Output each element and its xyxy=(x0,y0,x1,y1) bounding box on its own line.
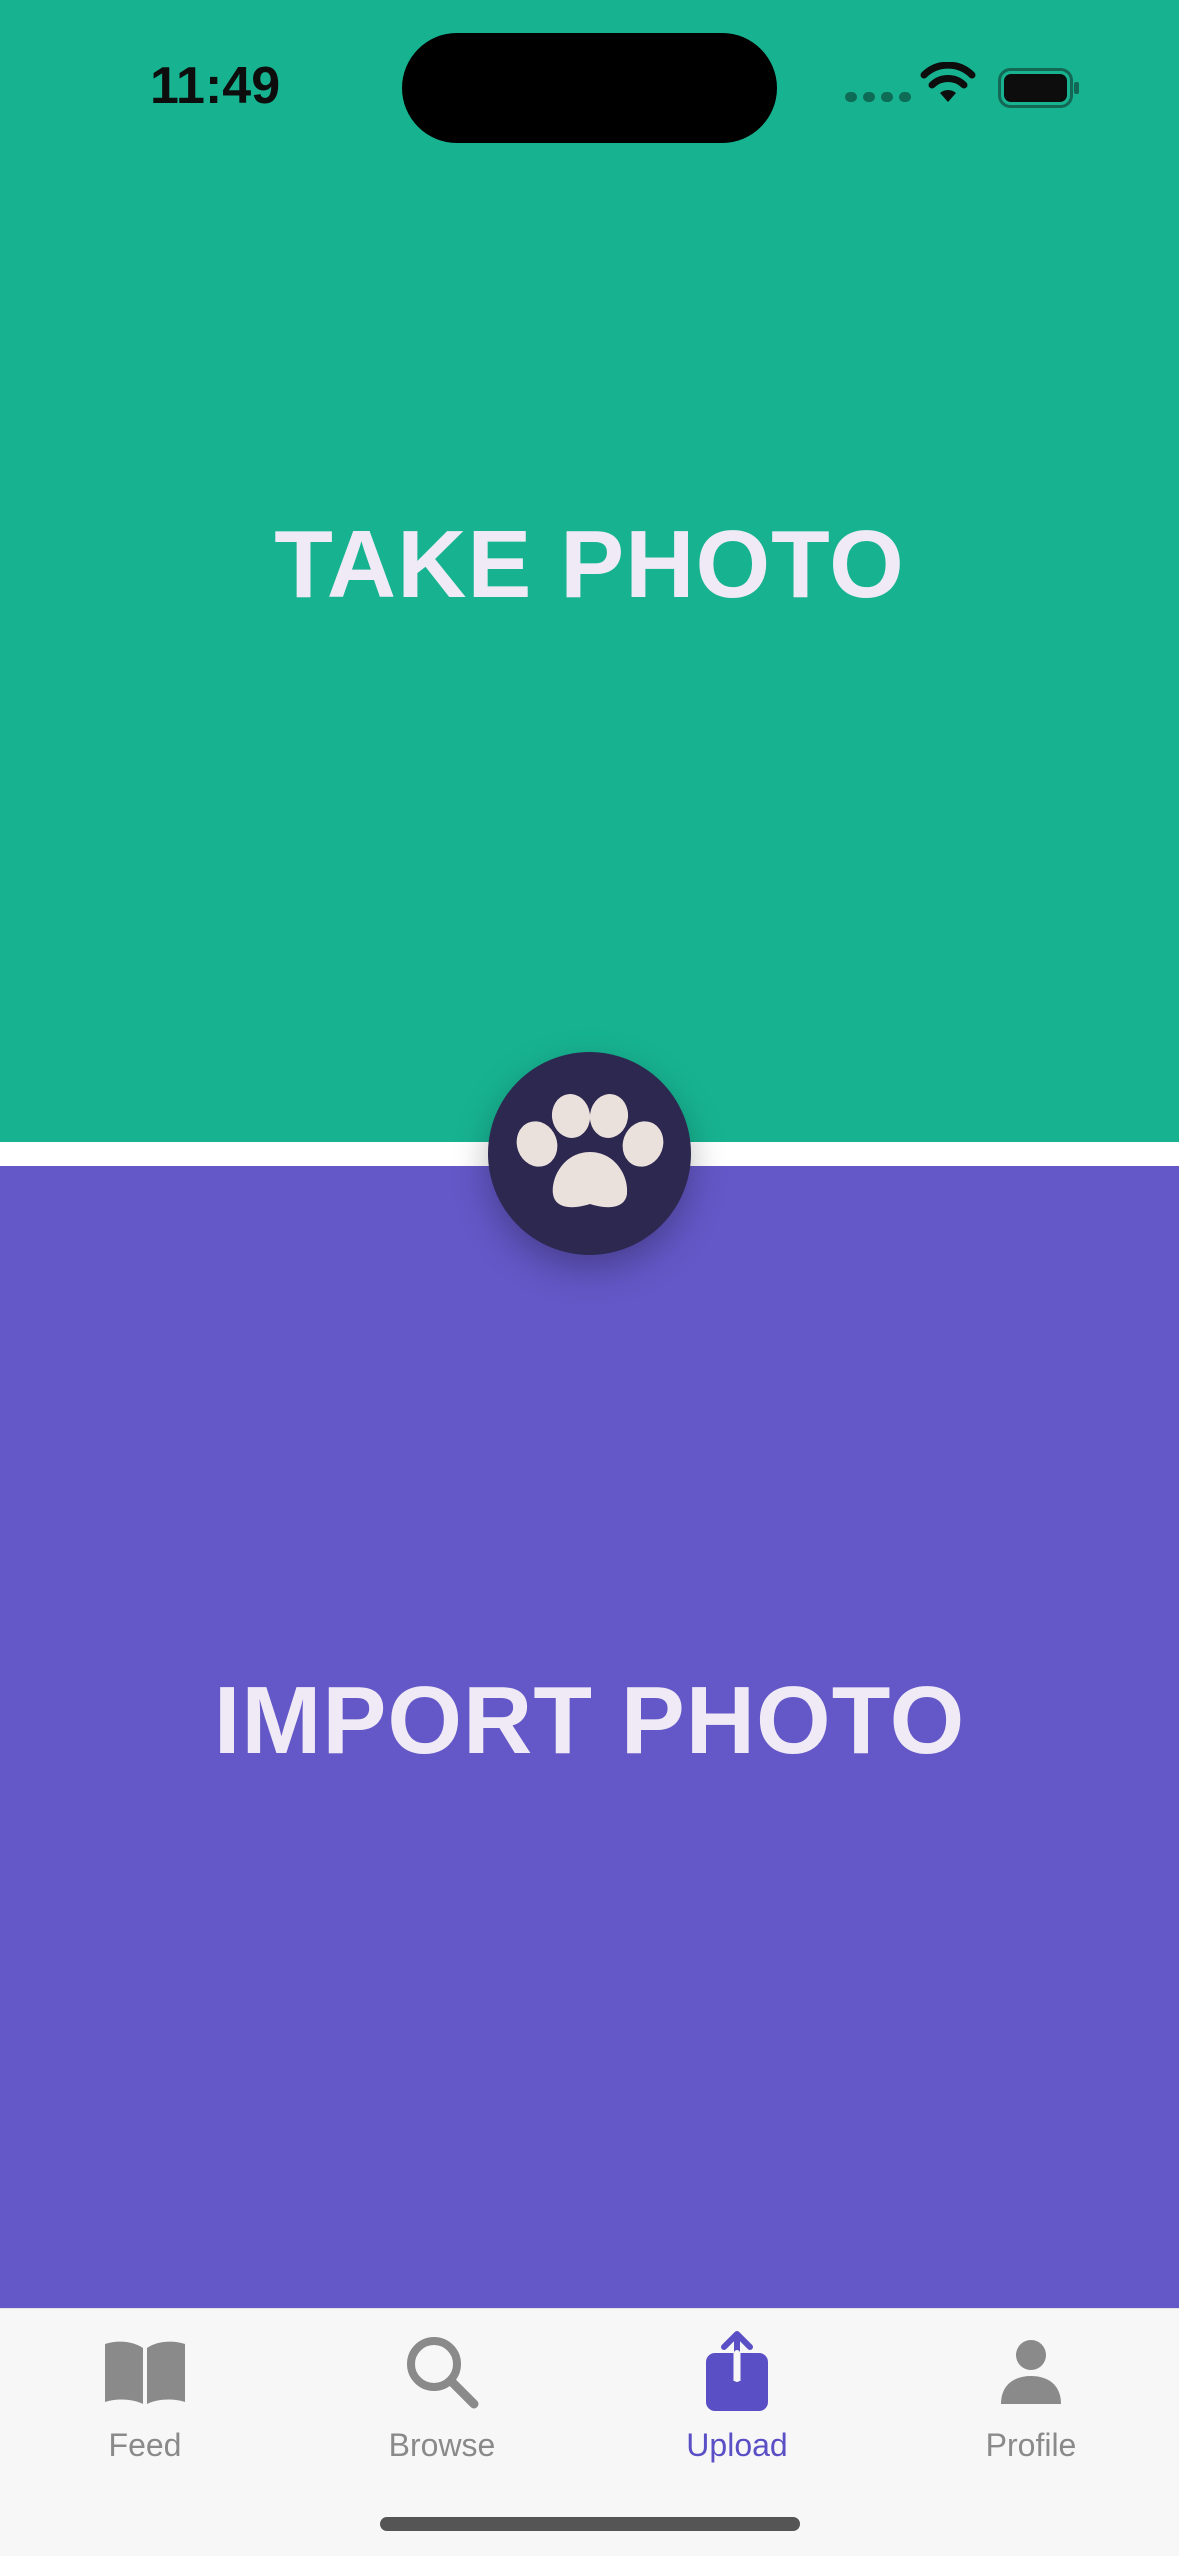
import-photo-label: IMPORT PHOTO xyxy=(213,1667,966,1774)
tab-label-upload: Upload xyxy=(686,2427,788,2463)
tab-label-profile: Profile xyxy=(985,2427,1077,2463)
person-icon xyxy=(999,2327,1063,2417)
home-indicator[interactable] xyxy=(380,2517,800,2531)
tab-upload[interactable]: Upload xyxy=(637,2309,837,2479)
battery-icon xyxy=(998,68,1079,108)
tab-label-browse: Browse xyxy=(388,2427,496,2463)
import-photo-panel[interactable]: IMPORT PHOTO xyxy=(0,1166,1179,2308)
wifi-icon xyxy=(920,62,976,102)
tab-feed[interactable]: Feed xyxy=(45,2309,245,2479)
upload-icon xyxy=(704,2327,770,2417)
tab-browse[interactable]: Browse xyxy=(342,2309,542,2479)
cellular-signal-icon xyxy=(845,92,911,102)
paw-button[interactable] xyxy=(488,1052,691,1255)
status-bar: 11:49 xyxy=(0,0,1179,170)
paw-icon xyxy=(516,1093,663,1207)
take-photo-panel[interactable]: TAKE PHOTO xyxy=(0,0,1179,1142)
dynamic-island xyxy=(402,33,777,143)
tab-profile[interactable]: Profile xyxy=(931,2309,1131,2479)
book-icon xyxy=(103,2327,187,2417)
tab-label-feed: Feed xyxy=(108,2427,182,2463)
upload-screen: TAKE PHOTO IMPORT PHOTO 11:49 Feed Brows… xyxy=(0,0,1179,2556)
take-photo-label: TAKE PHOTO xyxy=(274,511,905,618)
status-time: 11:49 xyxy=(150,57,281,115)
search-icon xyxy=(404,2327,480,2417)
